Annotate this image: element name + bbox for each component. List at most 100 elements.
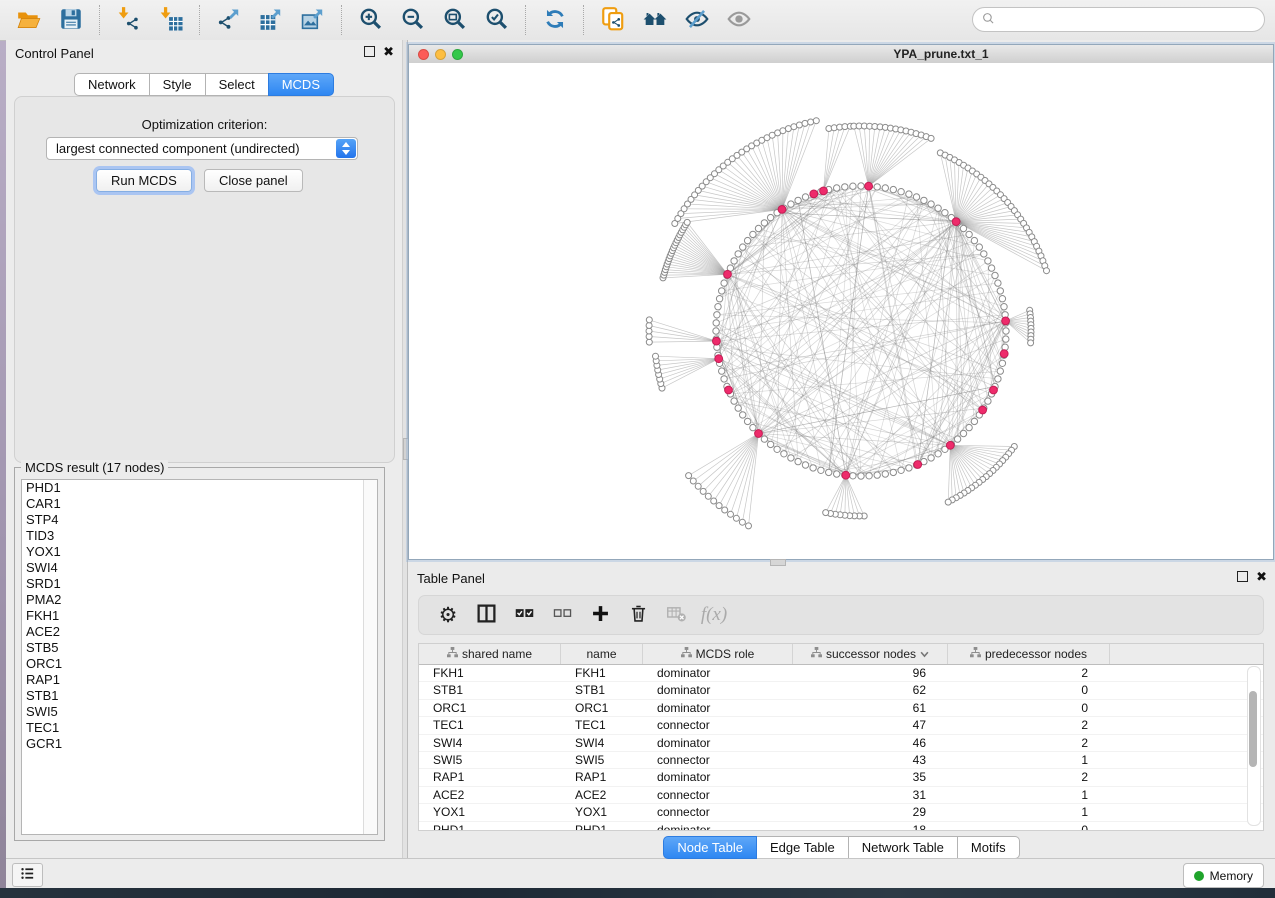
table-row[interactable]: YOX1YOX1connector291	[419, 804, 1263, 821]
mcds-node[interactable]	[952, 218, 960, 226]
graph-node[interactable]	[997, 368, 1003, 374]
graph-node[interactable]	[1003, 328, 1009, 334]
maximize-window-traffic-light[interactable]	[452, 49, 463, 60]
float-panel-icon[interactable]	[364, 46, 375, 57]
graph-leaf-node[interactable]	[802, 120, 808, 126]
graph-node[interactable]	[818, 467, 824, 473]
graph-node[interactable]	[767, 441, 773, 447]
graph-node[interactable]	[721, 280, 727, 286]
graph-node[interactable]	[788, 455, 794, 461]
graph-leaf-node[interactable]	[705, 493, 711, 499]
graph-node[interactable]	[1001, 304, 1007, 310]
mcds-node[interactable]	[810, 190, 818, 198]
graph-node[interactable]	[755, 225, 761, 231]
graph-node[interactable]	[971, 237, 977, 243]
graph-leaf-node[interactable]	[646, 317, 652, 323]
graph-node[interactable]	[834, 185, 840, 191]
graph-leaf-node[interactable]	[928, 135, 934, 141]
graph-node[interactable]	[992, 272, 998, 278]
graph-node[interactable]	[842, 184, 848, 190]
graph-node[interactable]	[740, 412, 746, 418]
graph-node[interactable]	[985, 258, 991, 264]
mcds-result-item[interactable]: CAR1	[22, 496, 377, 512]
graph-node[interactable]	[981, 251, 987, 257]
mcds-result-item[interactable]: TID3	[22, 528, 377, 544]
graph-leaf-node[interactable]	[808, 119, 814, 125]
column-header-shared-name[interactable]: shared name	[419, 644, 561, 664]
table-row[interactable]: STB1STB1dominator620	[419, 682, 1263, 699]
memory-button[interactable]: Memory	[1183, 863, 1264, 888]
table-row[interactable]: SWI5SWI5connector431	[419, 752, 1263, 769]
export-table-button[interactable]	[254, 5, 288, 35]
graph-node[interactable]	[714, 312, 720, 318]
table-row[interactable]: PHD1PHD1dominator180	[419, 822, 1263, 831]
close-table-panel-icon[interactable]: ✖	[1256, 571, 1267, 582]
mcds-node[interactable]	[990, 386, 998, 394]
graph-node[interactable]	[874, 472, 880, 478]
zoom-fit-button[interactable]	[438, 5, 472, 35]
graph-node[interactable]	[935, 205, 941, 211]
graph-node[interactable]	[906, 191, 912, 197]
graph-node[interactable]	[716, 296, 722, 302]
first-neighbors-button[interactable]	[638, 5, 672, 35]
graph-node[interactable]	[882, 185, 888, 191]
mcds-result-item[interactable]: GCR1	[22, 736, 377, 752]
graph-node[interactable]	[719, 368, 725, 374]
table-scrollbar-thumb[interactable]	[1249, 691, 1257, 767]
graph-leaf-node[interactable]	[711, 498, 717, 504]
mcds-node[interactable]	[1000, 350, 1008, 358]
graph-node[interactable]	[928, 455, 934, 461]
gear-button[interactable]: ⚙	[433, 601, 463, 629]
mcds-result-item[interactable]: SWI5	[22, 704, 377, 720]
mcds-node[interactable]	[713, 337, 721, 345]
graph-node[interactable]	[942, 210, 948, 216]
table-row[interactable]: ACE2ACE2connector311	[419, 787, 1263, 804]
graph-leaf-node[interactable]	[1044, 268, 1050, 274]
graph-node[interactable]	[834, 471, 840, 477]
minimize-window-traffic-light[interactable]	[435, 49, 446, 60]
mcds-result-item[interactable]: ORC1	[22, 656, 377, 672]
mcds-result-item[interactable]: PHD1	[22, 480, 377, 496]
search-box[interactable]	[972, 7, 1265, 32]
mcds-node[interactable]	[979, 406, 987, 414]
graph-node[interactable]	[750, 424, 756, 430]
graph-node[interactable]	[713, 328, 719, 334]
graph-leaf-node[interactable]	[945, 499, 951, 505]
graph-node[interactable]	[850, 473, 856, 479]
mcds-result-item[interactable]: RAP1	[22, 672, 377, 688]
graph-node[interactable]	[960, 430, 966, 436]
mcds-result-list[interactable]: PHD1CAR1STP4TID3YOX1SWI4SRD1PMA2FKH1ACE2…	[21, 479, 378, 835]
graph-node[interactable]	[788, 201, 794, 207]
graph-node[interactable]	[735, 405, 741, 411]
graph-node[interactable]	[715, 304, 721, 310]
graph-node[interactable]	[976, 244, 982, 250]
mcds-node[interactable]	[865, 182, 873, 190]
graph-node[interactable]	[802, 462, 808, 468]
graph-node[interactable]	[858, 473, 864, 479]
tab-network-table[interactable]: Network Table	[848, 836, 958, 859]
graph-leaf-node[interactable]	[739, 519, 745, 525]
table-row[interactable]: TEC1TEC1connector472	[419, 717, 1263, 734]
mcds-result-item[interactable]: SWI4	[22, 560, 377, 576]
graph-node[interactable]	[802, 194, 808, 200]
export-network-button[interactable]	[212, 5, 246, 35]
network-window-titlebar[interactable]: YPA_prune.txt_1	[409, 45, 1273, 64]
mcds-node[interactable]	[946, 441, 954, 449]
import-table-button[interactable]	[154, 5, 188, 35]
graph-node[interactable]	[731, 258, 737, 264]
graph-node[interactable]	[874, 184, 880, 190]
graph-node[interactable]	[966, 424, 972, 430]
graph-node[interactable]	[858, 183, 864, 189]
graph-node[interactable]	[826, 469, 832, 475]
graph-leaf-node[interactable]	[728, 511, 734, 517]
mcds-list-scrollbar[interactable]	[363, 480, 377, 834]
graph-leaf-node[interactable]	[796, 122, 802, 128]
show-all-button[interactable]	[722, 5, 756, 35]
graph-node[interactable]	[744, 237, 750, 243]
clone-network-button[interactable]	[596, 5, 630, 35]
float-table-panel-icon[interactable]	[1237, 571, 1248, 582]
graph-node[interactable]	[898, 467, 904, 473]
mcds-result-item[interactable]: SRD1	[22, 576, 377, 592]
graph-node[interactable]	[995, 376, 1001, 382]
mcds-node[interactable]	[842, 471, 850, 479]
